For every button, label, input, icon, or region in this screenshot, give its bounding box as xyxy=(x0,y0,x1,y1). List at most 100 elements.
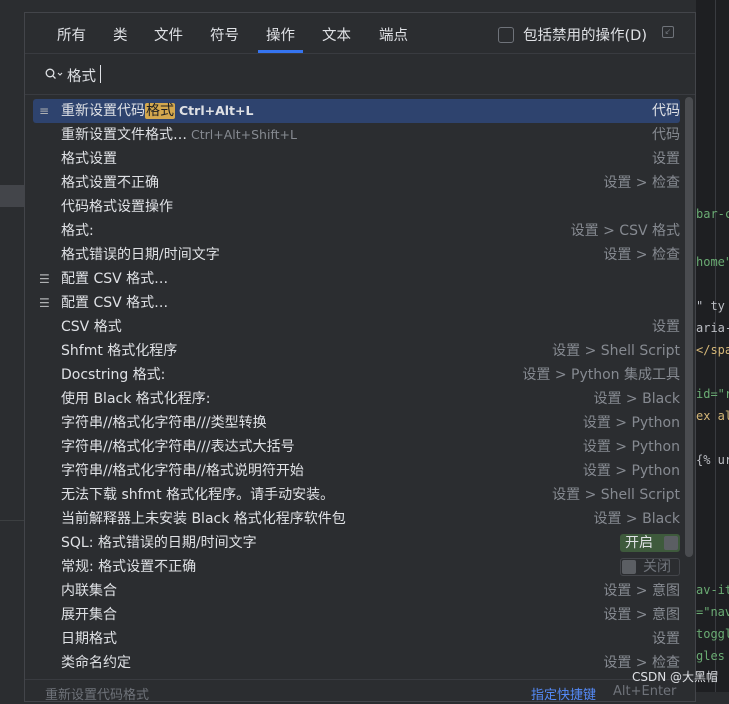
result-name: 使用 Black 格式化程序: xyxy=(61,387,211,411)
result-text: Shfmt 格式化程序 xyxy=(61,343,178,359)
result-row[interactable]: 字符串//格式化字符串//格式说明符开始 设置 > Python xyxy=(25,459,680,483)
result-row[interactable]: 类命名约定 设置 > 检查 xyxy=(25,651,680,675)
background-code-line: gles xyxy=(696,649,725,663)
result-row[interactable]: 无法下载 shfmt 格式化程序。请手动安装。 设置 > Shell Script xyxy=(25,483,680,507)
result-text: 格式: xyxy=(61,223,94,239)
result-name: 代码格式设置操作 xyxy=(61,195,173,219)
result-row[interactable]: 格式设置不正确 设置 > 检查 xyxy=(25,171,680,195)
background-code-line: ex al xyxy=(696,409,729,423)
tab-files[interactable]: 文件 xyxy=(154,24,183,45)
result-row[interactable]: 使用 Black 格式化程序: 设置 > Black xyxy=(25,387,680,411)
tab-actions[interactable]: 操作 xyxy=(258,24,303,53)
result-row[interactable]: 当前解释器上未安装 Black 格式化程序软件包 设置 > Black xyxy=(25,507,680,531)
result-name: 类命名约定 xyxy=(61,651,131,675)
search-icon[interactable] xyxy=(45,68,63,80)
sliders-icon: ☰ xyxy=(39,272,50,286)
option-toggle[interactable]: 关闭 xyxy=(620,558,680,576)
tab-symbols[interactable]: 符号 xyxy=(210,24,239,45)
tab-text[interactable]: 文本 xyxy=(322,24,351,45)
tab-endpoints[interactable]: 端点 xyxy=(379,24,408,45)
result-name: 无法下载 shfmt 格式化程序。请手动安装。 xyxy=(61,483,334,507)
result-row[interactable]: Docstring 格式: 设置 > Python 集成工具 xyxy=(25,363,680,387)
result-row[interactable]: 内联集合 设置 > 意图 xyxy=(25,579,680,603)
result-text: 重新设置代码 xyxy=(61,103,145,119)
background-code-line: bar-c xyxy=(696,207,729,221)
result-text: 格式设置 xyxy=(61,151,117,167)
result-text: 格式设置不正确 xyxy=(61,175,159,191)
result-name: Shfmt 格式化程序 xyxy=(61,339,177,363)
background-code-line: aria- xyxy=(696,321,729,335)
result-location: 代码 xyxy=(652,127,680,143)
background-code-line: av-it xyxy=(696,583,729,597)
result-row[interactable]: SQL: 格式错误的日期/时间文字 开启 xyxy=(25,531,680,555)
result-name: Docstring 格式: xyxy=(61,363,165,387)
search-input[interactable] xyxy=(67,64,467,86)
option-toggle[interactable]: 开启 xyxy=(620,534,680,552)
background-code-line: </spa xyxy=(696,343,729,357)
results-scrollbar[interactable] xyxy=(685,97,693,557)
result-name: 格式设置 xyxy=(61,147,117,171)
result-row[interactable]: 字符串//格式化字符串///表达式大括号 设置 > Python xyxy=(25,435,680,459)
result-location: 设置 > Black xyxy=(593,511,680,527)
background-code-line: {% ur xyxy=(696,453,729,467)
shortcut-label: Ctrl+Alt+Shift+L xyxy=(191,127,297,142)
result-location: 设置 > Python xyxy=(582,463,680,479)
result-row[interactable]: 展开集合 设置 > 意图 xyxy=(25,603,680,627)
result-name: 日期格式 xyxy=(61,627,117,651)
shortcut-label: Ctrl+Alt+L xyxy=(179,103,254,118)
search-bar xyxy=(25,54,695,95)
result-row[interactable]: 重新设置文件格式… Ctrl+Alt+Shift+L 代码 xyxy=(25,123,680,147)
result-location: 设置 > Black xyxy=(593,391,680,407)
result-text: 字符串//格式化字符串///类型转换 xyxy=(61,415,267,431)
result-text: 字符串//格式化字符串//格式说明符开始 xyxy=(61,463,304,479)
result-row[interactable]: 代码格式设置操作 xyxy=(25,195,680,219)
result-location: 设置 > Python xyxy=(582,415,680,431)
include-disabled-checkbox[interactable] xyxy=(498,26,514,43)
open-in-window-icon[interactable]: ↙ xyxy=(662,26,674,38)
result-text: 格式错误的日期/时间文字 xyxy=(61,247,220,263)
toggle-label: 关闭 xyxy=(643,559,671,575)
result-row[interactable]: ☰ 配置 CSV 格式… xyxy=(25,267,680,291)
result-row[interactable]: CSV 格式 设置 xyxy=(25,315,680,339)
result-name: 格式设置不正确 xyxy=(61,171,159,195)
result-name: 字符串//格式化字符串///表达式大括号 xyxy=(61,435,295,459)
result-location: 设置 > 意图 xyxy=(603,583,680,599)
result-row[interactable]: 格式设置 设置 xyxy=(25,147,680,171)
result-name: 格式: xyxy=(61,219,94,243)
result-row[interactable]: 常规: 格式设置不正确 关闭 xyxy=(25,555,680,579)
toggle-knob xyxy=(622,560,636,574)
result-text: 内联集合 xyxy=(61,583,117,599)
background-selected-row xyxy=(0,185,24,207)
result-text: CSV 格式 xyxy=(61,319,122,335)
tab-all[interactable]: 所有 xyxy=(57,24,86,45)
include-disabled-label: 包括禁用的操作(D) xyxy=(523,28,647,44)
tab-classes[interactable]: 类 xyxy=(113,24,128,45)
result-name: 字符串//格式化字符串///类型转换 xyxy=(61,411,267,435)
result-text: SQL: 格式错误的日期/时间文字 xyxy=(61,535,257,551)
result-row[interactable]: ≡ 重新设置代码格式 Ctrl+Alt+L 代码 xyxy=(33,99,680,123)
result-row[interactable]: 日期格式 设置 xyxy=(25,627,680,651)
assign-shortcut-link[interactable]: 指定快捷键 xyxy=(531,684,596,703)
result-location: 代码 xyxy=(652,103,680,119)
result-location: 设置 > Shell Script xyxy=(552,487,680,503)
background-editor: bar-c home" " ty aria- </spa id="r ex al {% ur a… xyxy=(696,0,729,692)
result-row[interactable]: 格式: 设置 > CSV 格式 xyxy=(25,219,680,243)
result-row[interactable]: 格式错误的日期/时间文字 设置 > 检查 xyxy=(25,243,680,267)
result-text: 类命名约定 xyxy=(61,655,131,671)
result-text: 使用 Black 格式化程序: xyxy=(61,391,211,407)
result-row[interactable]: ☰ 配置 CSV 格式… xyxy=(25,291,680,315)
result-text: 常规: 格式设置不正确 xyxy=(61,559,197,575)
result-location: 设置 > Python xyxy=(582,439,680,455)
result-text: 配置 CSV 格式… xyxy=(61,271,169,287)
result-text: 字符串//格式化字符串///表达式大括号 xyxy=(61,439,295,455)
result-name: 当前解释器上未安装 Black 格式化程序软件包 xyxy=(61,507,346,531)
result-row[interactable]: Shfmt 格式化程序 设置 > Shell Script xyxy=(25,339,680,363)
result-location: 设置 xyxy=(652,631,680,647)
result-row[interactable]: 字符串//格式化字符串///类型转换 设置 > Python xyxy=(25,411,680,435)
result-name: 内联集合 xyxy=(61,579,117,603)
result-text: 当前解释器上未安装 Black 格式化程序软件包 xyxy=(61,511,346,527)
search-everywhere-popup: 所有 类 文件 符号 操作 文本 端点 包括禁用的操作(D) ↙ ≡ 重新设置代码… xyxy=(24,12,696,703)
result-location: 设置 > 检查 xyxy=(603,175,680,191)
include-disabled-option[interactable]: 包括禁用的操作(D) xyxy=(498,24,647,45)
result-name: CSV 格式 xyxy=(61,315,122,339)
